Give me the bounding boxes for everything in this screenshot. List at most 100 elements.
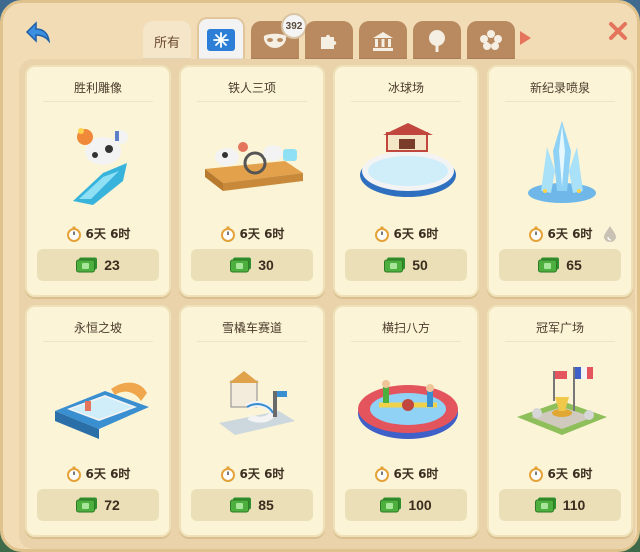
timer: 6天 6时 (27, 225, 169, 242)
divider (43, 101, 153, 102)
close-button[interactable] (605, 17, 631, 45)
cash-icon (534, 497, 556, 513)
price-text: 23 (104, 257, 120, 273)
item-card[interactable]: 冠军广场 6天 6时 110 (487, 305, 633, 537)
triathlon-image (205, 142, 303, 191)
item-card[interactable]: 新纪录喷泉 6天 6时 65 (487, 65, 633, 297)
cash-icon (538, 257, 560, 273)
item-card[interactable]: 横扫八方 6天 6时 100 (333, 305, 479, 537)
divider (197, 341, 307, 342)
item-grid: 胜利雕像 6天 6时 23 铁人三项 6天 6时 30 冰球场 6天 6时 50… (19, 59, 635, 549)
flower-icon (480, 30, 502, 50)
close-icon (609, 22, 627, 40)
inflatable-arena-image (358, 380, 458, 439)
cash-icon (76, 257, 98, 273)
price-text: 85 (258, 497, 274, 513)
divider (43, 341, 153, 342)
item-title: 新纪录喷泉 (529, 81, 590, 95)
water-drop-icon (604, 226, 616, 242)
item-card[interactable]: 冰球场 6天 6时 50 (333, 65, 479, 297)
stopwatch-icon (66, 466, 81, 482)
tab-tree[interactable] (413, 21, 461, 61)
eternal-slope-image (55, 382, 149, 439)
cash-icon (230, 497, 252, 513)
buy-button[interactable]: 65 (499, 249, 621, 281)
price-text: 30 (258, 257, 274, 273)
tab-all[interactable]: 所有 (143, 21, 191, 61)
divider (197, 101, 307, 102)
back-button[interactable] (21, 17, 55, 47)
item-card[interactable]: 铁人三项 6天 6时 30 (179, 65, 325, 297)
timer: 6天 6时 (27, 465, 169, 482)
tab-museum[interactable] (359, 21, 407, 61)
item-title: 胜利雕像 (73, 81, 122, 95)
divider (351, 341, 461, 342)
ice-flag-icon (207, 29, 235, 51)
timer-text: 6天 6时 (239, 227, 285, 241)
ice-rink-image (360, 123, 456, 197)
item-title: 雪橇车赛道 (221, 321, 282, 335)
item-title: 冰球场 (387, 81, 424, 95)
museum-icon (373, 32, 393, 51)
back-arrow-icon (25, 21, 51, 43)
timer: 6天 6时 (181, 225, 323, 242)
item-title: 横扫八方 (381, 321, 430, 335)
price-text: 50 (412, 257, 428, 273)
timer: 6天 6时 (335, 465, 477, 482)
stopwatch-icon (374, 226, 389, 242)
timer: 6天 6时 (181, 465, 323, 482)
timer-text: 6天 6时 (547, 467, 593, 481)
item-card[interactable]: 永恒之坡 6天 6时 72 (25, 305, 171, 537)
buy-button[interactable]: 85 (191, 489, 313, 521)
item-card[interactable]: 胜利雕像 6天 6时 23 (25, 65, 171, 297)
buy-button[interactable]: 23 (37, 249, 159, 281)
price-text: 110 (562, 497, 586, 513)
timer-text: 6天 6时 (85, 227, 131, 241)
buy-button[interactable]: 30 (191, 249, 313, 281)
price-text: 72 (104, 497, 120, 513)
champion-plaza-image (517, 367, 607, 435)
stopwatch-icon (220, 226, 235, 242)
item-title: 冠军广场 (535, 321, 584, 335)
cash-icon (76, 497, 98, 513)
item-title: 永恒之坡 (73, 321, 122, 335)
buy-button[interactable]: 100 (345, 489, 467, 521)
divider (505, 101, 615, 102)
top-bar: 所有 392 (3, 3, 640, 61)
tab-badge: 392 (281, 13, 307, 39)
category-tabs: 所有 392 (143, 13, 515, 61)
buy-button[interactable]: 50 (345, 249, 467, 281)
victory-statue-image (73, 128, 128, 205)
price-text: 65 (566, 257, 582, 273)
tree-icon (429, 30, 445, 52)
stopwatch-icon (374, 466, 389, 482)
tab-puzzle[interactable] (305, 21, 353, 61)
cash-icon (384, 257, 406, 273)
buy-button[interactable]: 110 (499, 489, 621, 521)
timer-text: 6天 6时 (239, 467, 285, 481)
puzzle-icon (321, 34, 337, 49)
timer-text: 6天 6时 (393, 467, 439, 481)
stopwatch-icon (528, 466, 543, 482)
next-tab-arrow-icon[interactable] (517, 29, 533, 47)
timer: 6天 6时 (335, 225, 477, 242)
stopwatch-icon (528, 226, 543, 242)
item-card[interactable]: 雪橇车赛道 6天 6时 85 (179, 305, 325, 537)
timer-text: 6天 6时 (85, 467, 131, 481)
timer-text: 6天 6时 (393, 227, 439, 241)
buy-button[interactable]: 72 (37, 489, 159, 521)
stopwatch-icon (220, 466, 235, 482)
record-fountain-image (528, 121, 596, 203)
tab-all-label: 所有 (153, 35, 180, 51)
divider (505, 341, 615, 342)
tab-flower[interactable] (467, 21, 515, 61)
tab-ice[interactable] (197, 17, 245, 61)
price-text: 100 (408, 497, 432, 513)
bobsled-track-image (219, 371, 295, 435)
shop-panel: 所有 392 胜利雕像 6天 6时 23 铁人三项 6天 6时 30 冰球场 6… (0, 0, 640, 552)
tab-mask[interactable]: 392 (251, 13, 307, 61)
item-title: 铁人三项 (227, 81, 276, 95)
timer-text: 6天 6时 (547, 227, 593, 241)
stopwatch-icon (66, 226, 81, 242)
cash-icon (230, 257, 252, 273)
